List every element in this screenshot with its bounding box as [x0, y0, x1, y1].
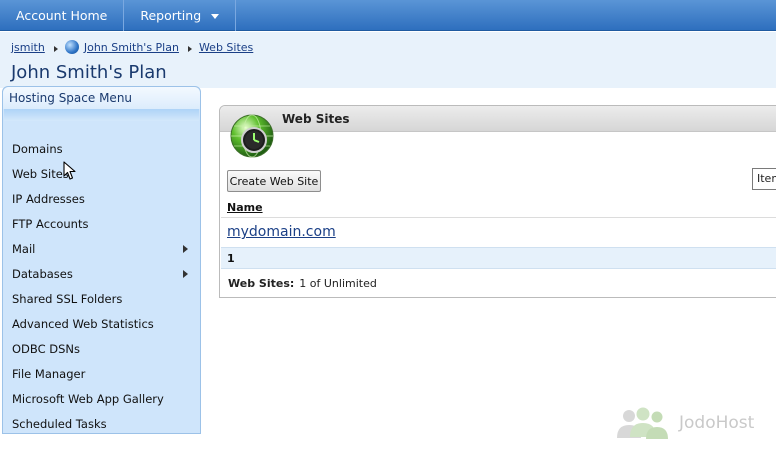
sidebar-item-domains[interactable]: Domains [3, 137, 200, 162]
users-logo-icon [617, 407, 668, 439]
breadcrumb-arrow-icon [53, 45, 58, 52]
chevron-down-icon [211, 14, 220, 19]
web-sites-globe-icon [230, 114, 274, 158]
jodohost-watermark: JodoHost [615, 405, 765, 441]
panel-title: Web Sites [282, 112, 350, 126]
quota-value: 1 of Unlimited [299, 277, 377, 290]
nav-reporting[interactable]: Reporting [124, 0, 237, 31]
sidebar-item-label: Advanced Web Statistics [12, 317, 154, 331]
menu-divider [4, 109, 199, 121]
sidebar-item-shared-ssl-folders[interactable]: Shared SSL Folders [3, 287, 200, 312]
breadcrumb-websites-link[interactable]: Web Sites [199, 41, 253, 54]
sidebar-item-scheduled-tasks[interactable]: Scheduled Tasks [3, 412, 200, 437]
quota-label: Web Sites: [228, 277, 295, 290]
page-number[interactable]: 1 [227, 252, 235, 265]
sidebar-item-label: File Manager [12, 367, 86, 381]
sidebar-item-label: Microsoft Web App Gallery [12, 392, 164, 406]
sidebar-item-file-manager[interactable]: File Manager [3, 362, 200, 387]
sidebar-item-label: ODBC DSNs [12, 342, 81, 356]
create-web-site-button[interactable]: Create Web Site [227, 170, 321, 192]
menu-title: Hosting Space Menu [3, 87, 200, 109]
quota-info: Web Sites: 1 of Unlimited [228, 277, 377, 290]
chevron-right-icon [183, 270, 188, 278]
hosting-space-menu: Hosting Space Menu Domains Web Sites IP Ad… [2, 86, 201, 434]
sidebar-item-label: IP Addresses [12, 192, 85, 206]
table-header: Name [221, 199, 776, 218]
sidebar-item-databases[interactable]: Databases [3, 262, 200, 287]
breadcrumb-user-link[interactable]: jsmith [11, 41, 45, 54]
breadcrumb-arrow-icon [187, 45, 192, 52]
menu-list: Domains Web Sites IP Addresses FTP Accounts… [3, 137, 200, 437]
sidebar-item-label: Databases [12, 267, 73, 281]
mouse-cursor-icon [63, 161, 76, 180]
items-per-page-select[interactable]: Items [752, 168, 776, 190]
breadcrumb-plan-link[interactable]: John Smith's Plan [84, 41, 179, 54]
page-title: John Smith's Plan [11, 62, 167, 83]
globe-icon [64, 40, 79, 54]
sidebar-item-ftp-accounts[interactable]: FTP Accounts [3, 212, 200, 237]
sidebar-item-label: Shared SSL Folders [12, 292, 123, 306]
web-sites-panel: Web Sites Create Web Site Items Name myd… [219, 105, 776, 298]
sidebar-item-label: Scheduled Tasks [12, 417, 107, 431]
chevron-right-icon [183, 245, 188, 253]
sidebar-item-advanced-web-statistics[interactable]: Advanced Web Statistics [3, 312, 200, 337]
sidebar-item-label: Mail [12, 242, 36, 256]
sidebar-item-mail[interactable]: Mail [3, 237, 200, 262]
nav-reporting-label: Reporting [140, 8, 202, 23]
breadcrumb: jsmith John Smith's Plan Web Sites [11, 40, 253, 54]
sidebar-item-web-sites[interactable]: Web Sites [3, 162, 200, 187]
top-nav: Account Home Reporting [0, 0, 776, 31]
sidebar-item-label: Web Sites [12, 167, 69, 181]
sidebar-item-ip-addresses[interactable]: IP Addresses [3, 187, 200, 212]
pager: 1 [221, 247, 776, 269]
sidebar-item-odbc-dsns[interactable]: ODBC DSNs [3, 337, 200, 362]
name-column-header[interactable]: Name [227, 201, 263, 214]
watermark-text: JodoHost [679, 413, 755, 433]
web-site-link[interactable]: mydomain.com [227, 224, 336, 240]
nav-account-home[interactable]: Account Home [0, 0, 125, 31]
sidebar-item-label: FTP Accounts [12, 217, 89, 231]
page-header: jsmith John Smith's Plan Web Sites John … [0, 32, 776, 88]
sidebar-item-label: Domains [12, 142, 63, 156]
table-row: mydomain.com [221, 219, 776, 247]
sidebar-item-microsoft-web-app-gallery[interactable]: Microsoft Web App Gallery [3, 387, 200, 412]
